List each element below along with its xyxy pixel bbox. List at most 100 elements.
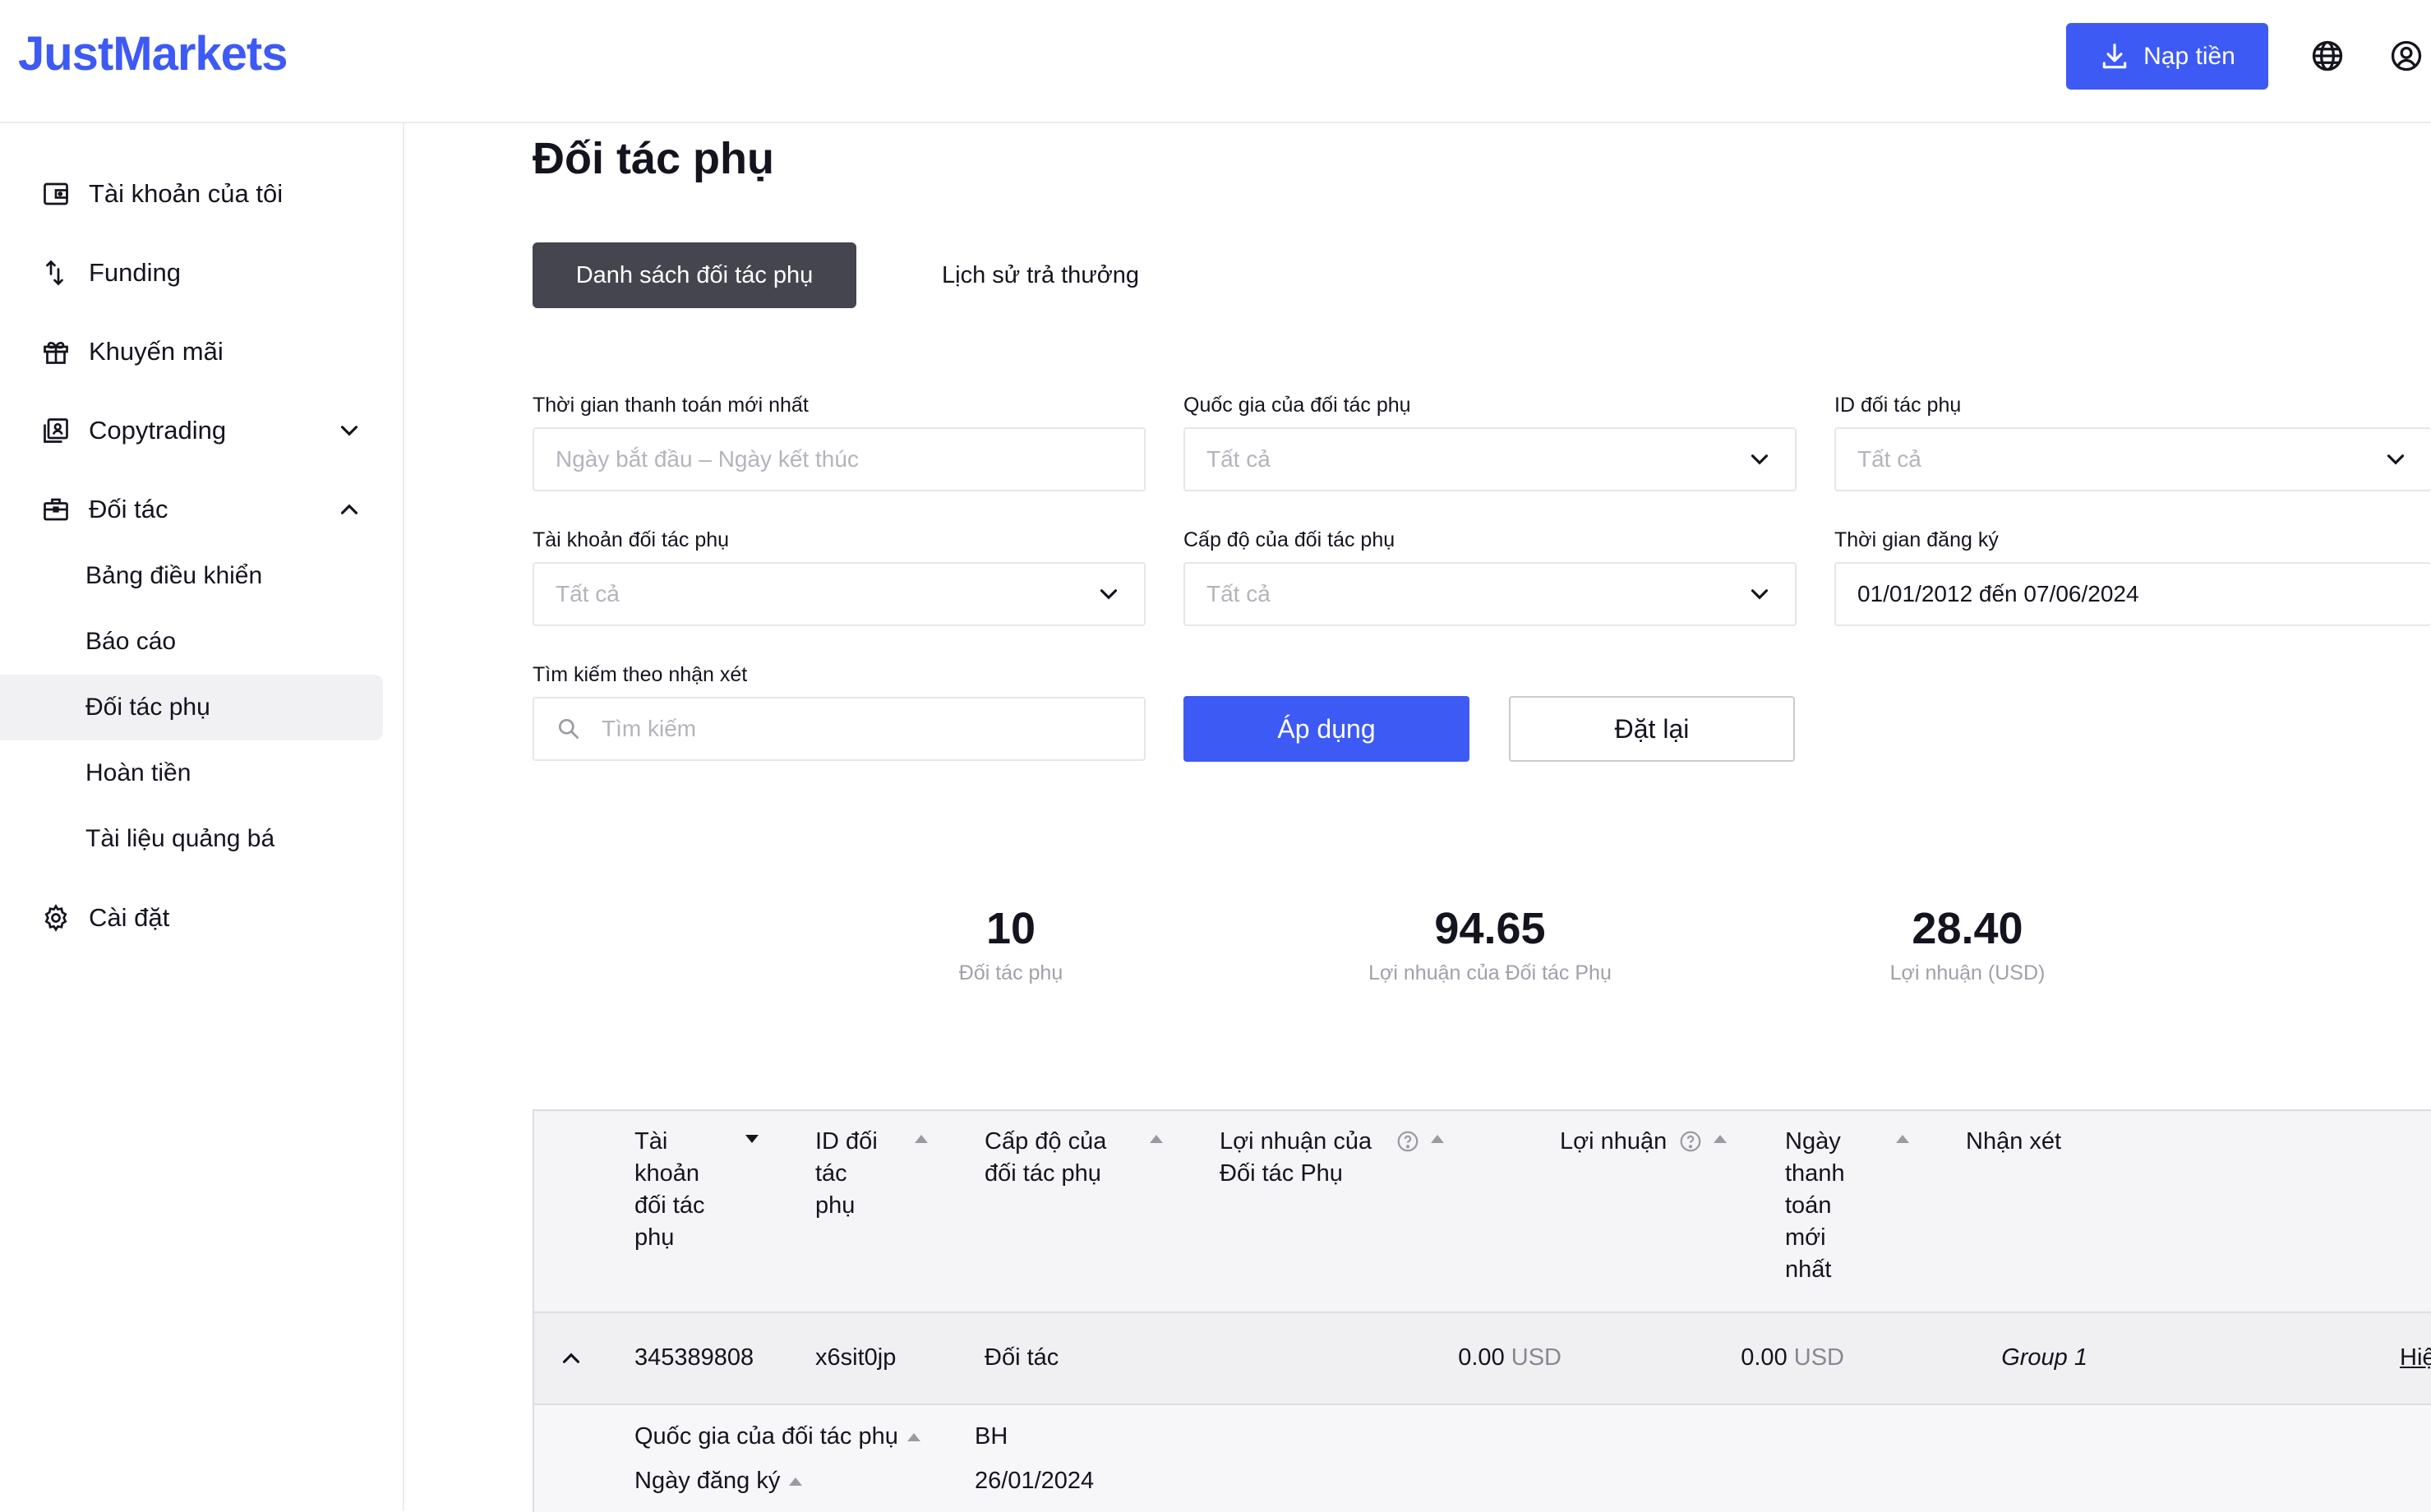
reset-button[interactable]: Đặt lại [1509,696,1795,762]
sub-partner-account-select[interactable]: Tất cả [533,562,1146,626]
registration-date-range[interactable]: 01/01/2012 đến 07/06/2024 [1834,562,2431,626]
row-expanded-details: Quốc gia của đối tác phụ BH Ngày đăng ký… [534,1405,2431,1512]
last-payment-label: Thời gian thanh toán mới nhất [533,394,809,417]
stat-label: Đối tác phụ [958,961,1063,984]
detail-country-label[interactable]: Quốc gia của đối tác phụ [634,1423,921,1450]
help-icon[interactable] [1395,1129,1420,1154]
col-profit-header[interactable]: Lợi nhuận [1560,1126,1667,1158]
sidebar-subitem-promo-materials[interactable]: Tài liệu quảng bá [85,821,274,857]
col-account-header[interactable]: Tài khoản đối tác phụ [634,1126,704,1254]
stat-value: 10 [985,904,1036,953]
top-header: JustMarkets Nạp tiền [0,0,2431,123]
tab-reward-history[interactable]: Lịch sử trả thưởng [912,242,1169,308]
chevron-down-icon [1751,589,1769,600]
cell-id: x6sit0jp [815,1344,897,1371]
deposit-button[interactable]: Nạp tiền [2066,23,2268,90]
country-select-value: Tất cả [1206,446,1271,472]
chevron-down-icon [2387,454,2405,465]
sidebar-item-label: Khuyến mãi [89,337,224,366]
account-select-value: Tất cả [556,581,620,606]
chevron-up-icon[interactable] [335,496,363,523]
sort-asc-icon[interactable] [1149,1134,1164,1144]
search-icon [559,719,579,739]
cell-account: 345389808 [634,1344,754,1371]
registration-time-label: Thời gian đăng ký [1834,528,1999,551]
table-row[interactable]: 345389808 x6sit0jp Đối tác 0.00 USD 0.00… [534,1313,2431,1405]
sub-partner-level-select[interactable]: Tất cả [1183,562,1797,626]
last-payment-date-range[interactable]: Ngày bắt đầu – Ngày kết thúc [533,427,1146,491]
search-placeholder: Tìm kiếm [602,716,697,741]
cell-profit: 0.00 USD [1741,1344,1844,1371]
sub-partner-id-select[interactable]: Tất cả [1834,427,2431,491]
date-range-placeholder: Ngày bắt đầu – Ngày kết thúc [556,446,859,472]
sort-asc-icon[interactable] [1895,1134,1910,1144]
gear-icon [39,901,72,934]
table-header: Tài khoản đối tác phụ ID đối tác phụ Cấp… [534,1111,2431,1313]
globe-icon[interactable] [2309,38,2346,74]
sidebar-subitem-sub-partners[interactable]: Đối tác phụ [85,689,210,726]
stat-sub-partner-profit: 94.65 Lợi nhuận của Đối tác Phụ [1285,902,1695,985]
gift-icon [39,335,72,368]
chevron-down-icon[interactable] [335,417,363,445]
cell-comment: Group 1 [2001,1344,2087,1371]
stat-value: 28.40 [1912,904,2023,953]
wallet-icon [39,177,72,210]
registration-date-value: 01/01/2012 đến 07/06/2024 [1857,581,2139,606]
sidebar-item-settings[interactable]: Cài đặt [39,898,169,938]
download-icon [2099,41,2130,72]
stat-sub-partners: 10 Đối tác phụ [805,902,1216,985]
detail-registered-value: 26/01/2024 [975,1468,1095,1494]
chevron-up-icon[interactable] [557,1344,585,1372]
sub-partner-level-label: Cấp độ của đối tác phụ [1183,528,1395,551]
col-id-header[interactable]: ID đối tác phụ [815,1126,878,1222]
logo[interactable]: JustMarkets [18,26,288,81]
sidebar-item-label: Cài đặt [89,903,170,932]
sidebar-item-promotions[interactable]: Khuyến mãi [39,332,224,371]
col-sub-profit-header[interactable]: Lợi nhuận của Đối tác Phụ [1220,1126,1372,1190]
funding-arrows-icon [39,256,72,289]
detail-registered-label[interactable]: Ngày đăng ký [634,1468,803,1495]
sort-asc-icon[interactable] [914,1134,929,1144]
sidebar-item-partner[interactable]: Đối tác [39,490,168,529]
sidebar-item-funding[interactable]: Funding [39,253,181,293]
sidebar-subitem-reports[interactable]: Báo cáo [85,624,176,660]
search-comment-label: Tìm kiếm theo nhận xét [533,663,748,686]
sidebar-item-label: Funding [89,258,182,287]
detail-country-value: BH [975,1423,1008,1450]
country-select[interactable]: Tất cả [1183,427,1797,491]
sub-partner-id-label: ID đối tác phụ [1834,394,1962,417]
briefcase-icon [39,493,72,526]
apply-button[interactable]: Áp dụng [1183,696,1469,762]
stat-label: Lợi nhuận của Đối tác Phụ [1368,961,1612,984]
col-last-payment-header[interactable]: Ngày thanh toán mới nhất [1785,1126,1845,1286]
sort-asc-icon[interactable] [1430,1134,1445,1144]
country-label: Quốc gia của đối tác phụ [1183,394,1411,417]
tab-sub-partner-list[interactable]: Danh sách đối tác phụ [533,242,856,308]
sort-asc-icon [906,1432,920,1441]
sub-partners-table: Tài khoản đối tác phụ ID đối tác phụ Cấp… [533,1109,2431,1512]
chevron-down-icon [1751,454,1769,465]
sidebar-subitem-dashboard[interactable]: Bảng điều khiển [85,558,262,594]
sort-desc-icon[interactable] [745,1134,759,1144]
search-input[interactable]: Tìm kiếm [533,697,1146,761]
stat-label: Lợi nhuận (USD) [1889,961,2046,984]
id-select-value: Tất cả [1857,446,1921,472]
edit-comment-link[interactable]: Hiệ [2400,1344,2431,1371]
col-level-header[interactable]: Cấp độ của đối tác phụ [985,1126,1106,1190]
sub-partner-account-label: Tài khoản đối tác phụ [533,528,730,551]
col-comment-header: Nhận xét [1966,1128,2062,1155]
deposit-label: Nạp tiền [2143,42,2235,70]
cell-sub-profit: 0.00 USD [1458,1344,1561,1371]
cell-level: Đối tác [985,1344,1059,1371]
sort-asc-icon[interactable] [1713,1134,1728,1144]
sidebar-item-label: Đối tác [89,495,168,523]
sidebar-item-copytrading[interactable]: Copytrading [39,411,226,450]
help-icon[interactable] [1678,1129,1703,1154]
sidebar-subitem-rebates[interactable]: Hoàn tiền [85,755,191,791]
sidebar-item-my-account[interactable]: Tài khoản của tôi [39,174,283,214]
stat-value: 94.65 [1434,904,1546,953]
chevron-down-icon [1100,589,1118,600]
sort-asc-icon [789,1477,803,1486]
sidebar-item-label: Tài khoản của tôi [89,179,284,208]
user-profile-icon[interactable] [2388,38,2424,74]
